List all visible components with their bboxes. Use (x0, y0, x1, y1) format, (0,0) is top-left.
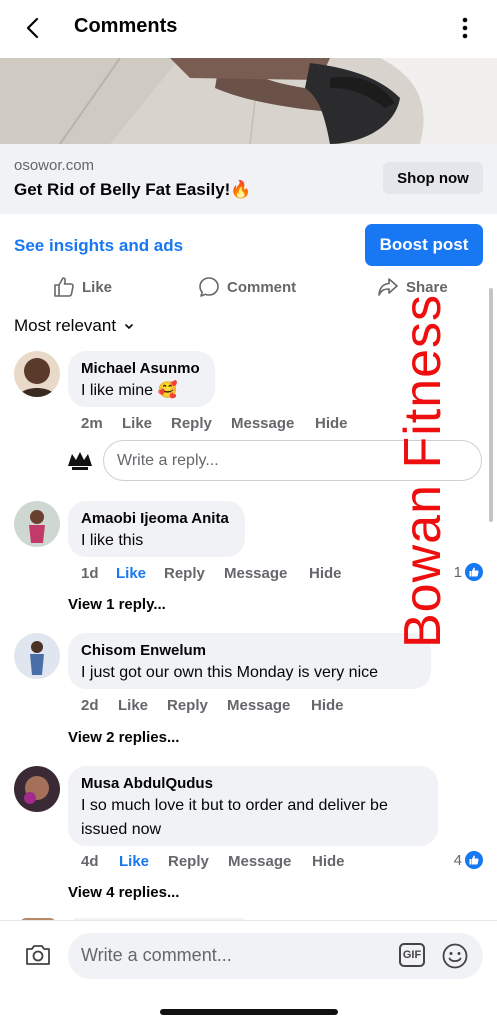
comment-time: 2m (81, 415, 103, 432)
emoji-icon[interactable] (441, 942, 469, 970)
comment-hide-button[interactable]: Hide (309, 565, 342, 582)
comment-author[interactable]: Musa AbdulQudus (81, 774, 425, 794)
comment-bubble[interactable]: Michael Asunmo I like mine 🥰 (68, 351, 215, 407)
comment-meta: 2m Like Reply Message Hide (81, 415, 381, 435)
scrollbar[interactable] (489, 288, 493, 522)
comment-text: I so much love it but to order and deliv… (81, 797, 388, 838)
view-replies-link[interactable]: View 1 reply... (68, 596, 166, 613)
shop-now-button[interactable]: Shop now (383, 162, 483, 194)
watermark-text: Bowan Fitness (394, 293, 452, 648)
comment-bubble[interactable]: Chisom Enwelum I just got our own this M… (68, 633, 431, 689)
comment-action-label: Comment (227, 278, 297, 296)
comment-author[interactable]: Michael Asunmo (81, 359, 202, 379)
comment-bubble[interactable]: Musa AbdulQudus I so much love it but to… (68, 766, 438, 846)
avatar[interactable] (14, 351, 60, 397)
chevron-down-icon (124, 316, 134, 336)
avatar[interactable] (14, 501, 60, 547)
gif-icon[interactable]: GIF (399, 943, 425, 967)
reaction-count-value: 4 (453, 851, 462, 869)
back-chevron-icon[interactable] (22, 14, 46, 42)
comment-reply-button[interactable]: Reply (171, 415, 212, 432)
reaction-count-value: 1 (453, 563, 462, 581)
view-replies-link[interactable]: View 4 replies... (68, 884, 179, 901)
reaction-count[interactable]: 1 (454, 563, 483, 581)
home-indicator[interactable] (160, 1009, 338, 1015)
comment-bubble[interactable]: Amaobi Ijeoma Anita I like this (68, 501, 245, 557)
more-options-icon[interactable] (453, 16, 477, 40)
comment-composer: Write a comment... GIF (0, 920, 497, 1025)
comment-message-button[interactable]: Message (224, 565, 287, 582)
page-title: Comments (74, 15, 178, 37)
comment-meta: 2d Like Reply Message Hide (81, 697, 381, 717)
like-action-label: Like (82, 278, 113, 296)
like-reaction-icon (465, 563, 483, 581)
ad-image[interactable] (0, 58, 497, 144)
comment-like-button[interactable]: Like (122, 415, 152, 432)
sort-dropdown[interactable]: Most relevant (14, 316, 134, 336)
comment-meta: 4d Like Reply Message Hide (81, 853, 381, 873)
comment-text: I just got our own this Monday is very n… (81, 664, 379, 681)
reply-input-placeholder: Write a reply... (117, 451, 219, 469)
comment-author[interactable]: Amaobi Ijeoma Anita (81, 509, 232, 529)
boost-post-button[interactable]: Boost post (365, 224, 483, 266)
like-reaction-icon (465, 851, 483, 869)
header-bar: Comments (0, 0, 497, 58)
comment-reply-button[interactable]: Reply (168, 853, 209, 870)
comment-text: I like mine 🥰 (81, 382, 178, 399)
comment-time: 1d (81, 565, 99, 582)
camera-icon[interactable] (24, 943, 52, 967)
page-avatar-logo (66, 446, 94, 474)
avatar[interactable] (14, 633, 60, 679)
reaction-count[interactable]: 4 (454, 851, 483, 869)
ad-headline: Get Rid of Belly Fat Easily!🔥 (14, 180, 252, 199)
ad-domain: osowor.com (14, 157, 95, 174)
comment-message-button[interactable]: Message (231, 415, 294, 432)
avatar[interactable] (14, 766, 60, 812)
comment-input-placeholder: Write a comment... (81, 945, 232, 965)
comment-hide-button[interactable]: Hide (312, 853, 345, 870)
comment-author[interactable]: Chisom Enwelum (81, 641, 418, 661)
share-action-label: Share (406, 278, 448, 296)
comment-time: 2d (81, 697, 99, 714)
comment-bubble-icon (197, 275, 221, 299)
comment-reply-button[interactable]: Reply (164, 565, 205, 582)
sort-label: Most relevant (14, 316, 117, 335)
like-action-button[interactable]: Like (52, 274, 112, 300)
comment-reply-button[interactable]: Reply (167, 697, 208, 714)
comment-action-button[interactable]: Comment (197, 274, 296, 300)
comment-meta: 1d Like Reply Message Hide (81, 565, 381, 585)
see-insights-link[interactable]: See insights and ads (14, 236, 183, 256)
comment-hide-button[interactable]: Hide (315, 415, 348, 432)
comment-text: I like this (81, 532, 144, 549)
comment-message-button[interactable]: Message (228, 853, 291, 870)
view-replies-link[interactable]: View 2 replies... (68, 729, 179, 746)
ad-link-bar[interactable]: osowor.com Get Rid of Belly Fat Easily!🔥… (0, 144, 497, 214)
comment-like-button[interactable]: Like (118, 697, 148, 714)
comment-hide-button[interactable]: Hide (311, 697, 344, 714)
comment-input[interactable]: Write a comment... GIF (68, 933, 483, 979)
comment-time: 4d (81, 853, 99, 870)
thumbs-up-icon (52, 275, 76, 299)
comment-message-button[interactable]: Message (227, 697, 290, 714)
comment-like-button[interactable]: Like (116, 565, 146, 582)
comment-like-button[interactable]: Like (119, 853, 149, 870)
